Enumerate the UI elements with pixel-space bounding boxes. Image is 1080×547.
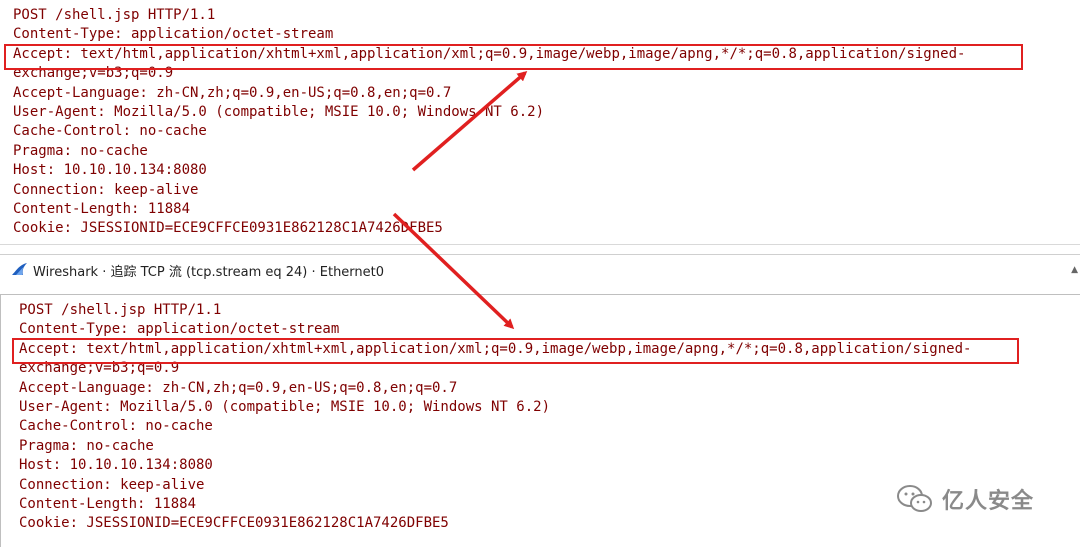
stream-line: Connection: keep-alive	[19, 476, 205, 493]
stream-line: Connection: keep-alive	[13, 181, 199, 198]
stream-line: User-Agent: Mozilla/5.0 (compatible; MSI…	[19, 398, 551, 415]
stream-line: Content-Length: 11884	[19, 495, 197, 512]
window-titlebar[interactable]: Wireshark · 追踪 TCP 流 (tcp.stream eq 24) …	[0, 254, 1080, 285]
scroll-up-icon[interactable]: ▲	[1071, 265, 1078, 275]
stream-line: Cookie: JSESSIONID=ECE9CFFCE0931E862128C…	[19, 515, 449, 532]
stream-line: Host: 10.10.10.134:8080	[19, 457, 213, 474]
stream-line: Accept-Language: zh-CN,zh;q=0.9,en-US;q=…	[19, 379, 458, 396]
window-title: Wireshark · 追踪 TCP 流 (tcp.stream eq 24) …	[33, 265, 385, 280]
stream-line: Content-Type: application/octet-stream	[19, 321, 340, 338]
stream-text[interactable]: POST /shell.jsp HTTP/1.1 Content-Type: ap…	[13, 6, 965, 239]
watermark: 亿人安全	[896, 484, 1034, 514]
stream-line: User-Agent: Mozilla/5.0 (compatible; MSI…	[13, 103, 545, 120]
stream-line: Content-Type: application/octet-stream	[13, 26, 334, 43]
wechat-icon	[897, 485, 932, 512]
accept-header-highlight-bottom	[12, 338, 1019, 364]
stream-line: POST /shell.jsp HTTP/1.1	[19, 302, 222, 318]
stream-line: Content-Length: 11884	[13, 200, 191, 217]
stream-line: Cache-Control: no-cache	[19, 418, 213, 435]
stream-line: Cache-Control: no-cache	[13, 123, 207, 140]
stream-line: Pragma: no-cache	[19, 437, 154, 454]
accept-header-highlight-top	[4, 44, 1023, 70]
stream-line: Accept-Language: zh-CN,zh;q=0.9,en-US;q=…	[13, 84, 452, 101]
stream-text[interactable]: POST /shell.jsp HTTP/1.1 Content-Type: ap…	[19, 301, 971, 534]
top-stream-panel: POST /shell.jsp HTTP/1.1 Content-Type: ap…	[0, 0, 1080, 245]
stream-line: Pragma: no-cache	[13, 142, 148, 159]
stream-line: POST /shell.jsp HTTP/1.1	[13, 7, 216, 23]
wireshark-fin-icon	[12, 263, 27, 275]
watermark-text: 亿人安全	[942, 489, 1035, 514]
stream-line: Host: 10.10.10.134:8080	[13, 162, 207, 179]
stream-line: Cookie: JSESSIONID=ECE9CFFCE0931E862128C…	[13, 220, 443, 237]
